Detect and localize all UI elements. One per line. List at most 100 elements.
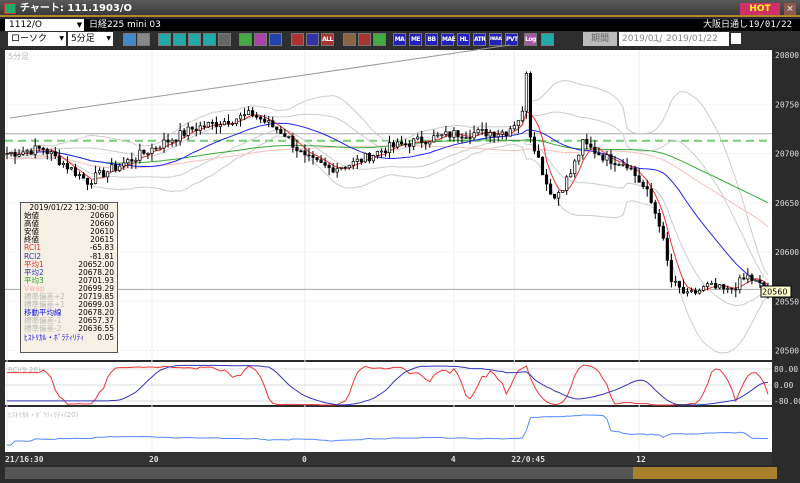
candle-body bbox=[202, 125, 206, 128]
y-tick-label: 20800 bbox=[775, 51, 799, 60]
candle-body bbox=[77, 174, 82, 176]
x-tick-label: 20 bbox=[149, 455, 159, 464]
candle-body bbox=[424, 142, 428, 145]
candle-body bbox=[436, 134, 440, 137]
main-panel-label: 5分足 bbox=[8, 52, 29, 61]
candle-body bbox=[291, 135, 295, 148]
hv-panel-label: ﾋｽﾄﾘｶﾙ・ﾎﾞﾗﾃｨﾘﾃｨ(20) bbox=[8, 411, 79, 419]
candle-body bbox=[371, 155, 375, 162]
x-tick-label: 4 bbox=[451, 455, 456, 464]
candle-body bbox=[673, 280, 677, 283]
candle-body bbox=[238, 114, 243, 120]
candle-body bbox=[605, 154, 609, 161]
candle-body bbox=[343, 166, 347, 169]
candle-body bbox=[649, 188, 653, 203]
candle-body bbox=[516, 120, 520, 126]
candle-body bbox=[327, 164, 331, 169]
candle-body bbox=[347, 164, 351, 169]
candle-body bbox=[307, 154, 311, 157]
candle-body bbox=[553, 193, 557, 199]
candle-body bbox=[138, 149, 142, 161]
candle-body bbox=[363, 152, 367, 163]
scrollbar-thumb[interactable] bbox=[633, 467, 777, 479]
candle-body bbox=[37, 145, 41, 149]
candle-body bbox=[621, 163, 625, 166]
time-axis bbox=[5, 452, 772, 465]
candle-body bbox=[653, 202, 657, 214]
candle-body bbox=[625, 163, 629, 169]
candle-body bbox=[504, 131, 508, 137]
candle-body bbox=[73, 167, 78, 176]
candle-body bbox=[492, 132, 496, 138]
candle-body bbox=[593, 146, 597, 154]
candle-body bbox=[110, 164, 114, 173]
candle-body bbox=[726, 287, 730, 290]
candle-body bbox=[645, 186, 649, 190]
candle-body bbox=[218, 124, 222, 127]
candle-body bbox=[315, 157, 319, 161]
candle-body bbox=[758, 279, 762, 284]
candle-body bbox=[283, 133, 287, 137]
candle-body bbox=[677, 280, 681, 288]
candle-body bbox=[247, 110, 251, 115]
candle-body bbox=[41, 147, 45, 150]
candle-body bbox=[170, 139, 174, 143]
candle-body bbox=[472, 132, 476, 139]
rci-tick-label: -80.00 bbox=[774, 397, 800, 406]
candle-body bbox=[299, 150, 303, 153]
candle-body bbox=[738, 277, 742, 291]
candle-body bbox=[408, 143, 412, 147]
chart-area[interactable]: 20800 20750 20700 20650 20600 20550 20500 21/16… bbox=[0, 0, 800, 483]
candle-body bbox=[69, 167, 73, 170]
candle-body bbox=[754, 279, 758, 282]
rci-tick-label: 80.00 bbox=[774, 365, 798, 374]
candle-body bbox=[81, 174, 86, 179]
candle-body bbox=[665, 237, 669, 261]
candle-body bbox=[420, 136, 424, 143]
candle-body bbox=[174, 139, 178, 142]
candle-body bbox=[367, 152, 371, 162]
candle-body bbox=[89, 183, 94, 185]
candle-body bbox=[182, 130, 186, 136]
candle-body bbox=[448, 131, 452, 138]
candle-body bbox=[206, 122, 210, 128]
candle-body bbox=[609, 154, 613, 164]
candle-body bbox=[496, 133, 500, 138]
candle-body bbox=[629, 167, 633, 170]
candle-body bbox=[746, 274, 750, 280]
candle-body bbox=[460, 136, 464, 139]
candle-body bbox=[154, 147, 158, 150]
candle-body bbox=[335, 168, 339, 173]
x-tick-label: 21/16:30 bbox=[5, 455, 44, 464]
candle-body bbox=[130, 159, 134, 162]
y-tick-label: 20750 bbox=[775, 100, 799, 109]
candle-body bbox=[702, 286, 706, 291]
candle-body bbox=[226, 121, 231, 125]
candle-body bbox=[267, 120, 271, 123]
candle-body bbox=[126, 159, 130, 164]
candle-body bbox=[484, 129, 488, 137]
candle-body bbox=[512, 125, 516, 130]
candle-body bbox=[500, 131, 504, 135]
candle-body bbox=[351, 161, 355, 166]
candle-body bbox=[303, 150, 307, 156]
candle-body bbox=[617, 164, 621, 166]
candle-body bbox=[718, 284, 722, 289]
candle-body bbox=[536, 150, 541, 158]
candle-body bbox=[311, 155, 315, 158]
rci-panel-label: RCI(9,26) bbox=[8, 366, 41, 374]
candle-body bbox=[190, 126, 194, 130]
candle-body bbox=[158, 147, 162, 150]
candle-body bbox=[142, 149, 146, 154]
candle-body bbox=[146, 152, 150, 155]
x-tick-label: 12 bbox=[636, 455, 646, 464]
candle-body bbox=[569, 173, 573, 178]
candle-body bbox=[391, 142, 396, 148]
candle-body bbox=[61, 163, 65, 165]
candle-body bbox=[637, 175, 641, 183]
candle-body bbox=[532, 136, 537, 152]
x-tick-label: 0 bbox=[302, 455, 307, 464]
candle-body bbox=[122, 162, 126, 167]
candle-body bbox=[45, 149, 49, 155]
candle-body bbox=[601, 154, 605, 161]
